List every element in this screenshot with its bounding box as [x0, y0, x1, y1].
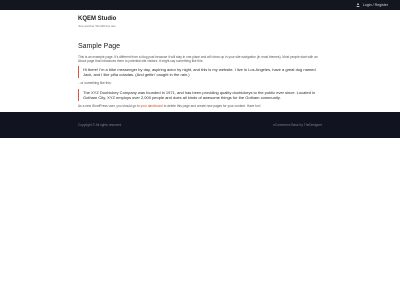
- intro-paragraph: This is an example page. It's different …: [78, 55, 318, 64]
- or-text: ...or something like this:: [78, 81, 112, 86]
- outro-prefix: As a new WordPress user, you should go t…: [78, 103, 141, 108]
- login-register-link[interactable]: Login / Register: [356, 3, 388, 7]
- quote-text: Hi there! I'm a bike messenger by day, a…: [83, 67, 316, 78]
- theme-credit: eCommerce Base by TheDesigner: [273, 123, 322, 127]
- site-header: KQEM Studio Just another WordPress site: [0, 10, 400, 36]
- login-register-label: Login / Register: [362, 3, 388, 7]
- quote-text: The XYZ Doohickey Company was founded in…: [83, 89, 316, 100]
- site-tagline: Just another WordPress site: [78, 24, 116, 28]
- copyright-text: Copyright © All rights reserved.: [78, 123, 122, 127]
- quote-xyz-company: The XYZ Doohickey Company was founded in…: [78, 88, 322, 101]
- site-footer: Copyright © All rights reserved. eCommer…: [0, 112, 400, 138]
- top-bar: Login / Register: [0, 0, 400, 10]
- site-title[interactable]: KQEM Studio: [78, 16, 322, 23]
- quote-bike-messenger: Hi there! I'm a bike messenger by day, a…: [78, 66, 322, 79]
- dashboard-link[interactable]: your dashboard: [141, 104, 163, 108]
- user-icon: [356, 3, 360, 7]
- outro-paragraph: As a new WordPress user, you should go t…: [78, 104, 322, 108]
- page-title: Sample Page: [78, 43, 121, 50]
- outro-suffix: to delete this page and create new pages…: [162, 103, 261, 108]
